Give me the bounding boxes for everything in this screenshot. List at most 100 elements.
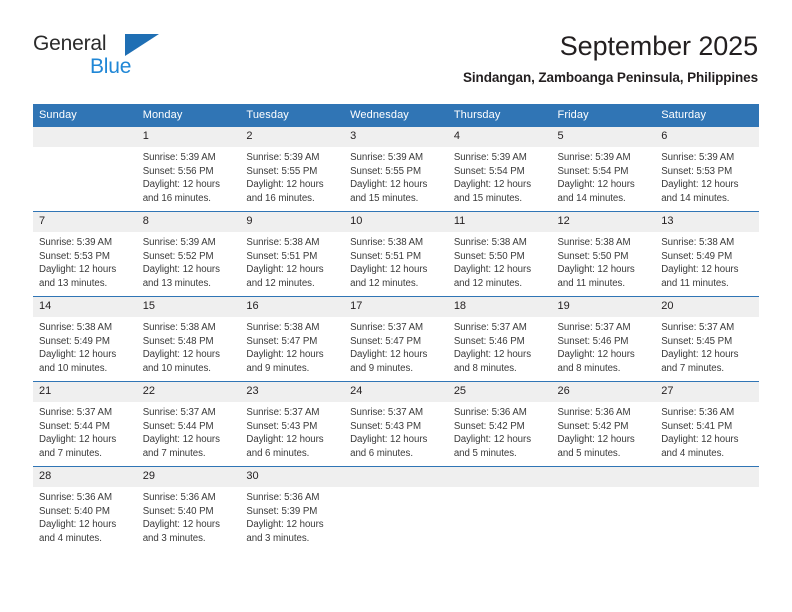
sunset-text: Sunset: 5:54 PM — [453, 165, 525, 177]
day-details: Sunrise: 5:37 AM Sunset: 5:43 PM Daylight:… — [240, 402, 344, 460]
calendar-day-cell-empty — [551, 466, 656, 551]
day-details: Sunrise: 5:38 AM Sunset: 5:49 PM Daylight:… — [33, 317, 137, 375]
day-details: Sunrise: 5:37 AM Sunset: 5:45 PM Daylight:… — [655, 317, 759, 375]
daylight-text: Daylight: 12 hours and 7 minutes. — [142, 434, 220, 459]
calendar-day-cell[interactable]: 2 Sunrise: 5:39 AM Sunset: 5:55 PM Daylight… — [240, 126, 345, 212]
calendar-day-cell[interactable]: 18 Sunrise: 5:37 AM Sunset: 5:46 PM Dayligh… — [447, 296, 552, 382]
weekday-header-monday: Monday — [136, 104, 241, 127]
sunset-text: Sunset: 5:43 PM — [350, 420, 421, 432]
daylight-text: Daylight: 12 hours and 12 minutes. — [246, 264, 324, 289]
daylight-text: Daylight: 12 hours and 8 minutes. — [557, 349, 635, 374]
calendar-day-cell[interactable]: 11 Sunrise: 5:38 AM Sunset: 5:50 PM Dayligh… — [447, 211, 552, 297]
day-details: Sunrise: 5:39 AM Sunset: 5:55 PM Daylight:… — [240, 147, 344, 205]
calendar-day-cell[interactable]: 3 Sunrise: 5:39 AM Sunset: 5:55 PM Daylight… — [344, 126, 448, 212]
sunrise-text: Sunrise: 5:37 AM — [661, 322, 735, 333]
daylight-text: Daylight: 12 hours and 9 minutes. — [350, 349, 428, 374]
sunrise-text: Sunrise: 5:38 AM — [142, 322, 216, 333]
calendar-day-cell[interactable]: 5 Sunrise: 5:39 AM Sunset: 5:54 PM Daylight… — [551, 126, 656, 212]
calendar-day-cell[interactable]: 23 Sunrise: 5:37 AM Sunset: 5:43 PM Dayligh… — [240, 381, 345, 467]
day-details: Sunrise: 5:39 AM Sunset: 5:55 PM Daylight:… — [344, 147, 448, 205]
daylight-text: Daylight: 12 hours and 3 minutes. — [246, 519, 324, 544]
day-details: Sunrise: 5:36 AM Sunset: 5:41 PM Daylight:… — [655, 402, 759, 460]
day-number: 28 — [33, 467, 137, 487]
sunset-text: Sunset: 5:51 PM — [246, 250, 318, 262]
day-number — [447, 467, 552, 487]
daylight-text: Daylight: 12 hours and 5 minutes. — [453, 434, 531, 459]
calendar-day-cell[interactable]: 28 Sunrise: 5:36 AM Sunset: 5:40 PM Dayligh… — [33, 466, 137, 551]
calendar-day-cell[interactable]: 9 Sunrise: 5:38 AM Sunset: 5:51 PM Daylight… — [240, 211, 345, 297]
weekday-header-thursday: Thursday — [447, 104, 552, 127]
calendar-body: 1 Sunrise: 5:39 AM Sunset: 5:56 PM Daylight… — [33, 126, 759, 551]
day-details: Sunrise: 5:38 AM Sunset: 5:51 PM Daylight:… — [344, 232, 448, 290]
day-number — [344, 467, 448, 487]
day-number: 15 — [136, 297, 241, 317]
calendar-day-cell[interactable]: 4 Sunrise: 5:39 AM Sunset: 5:54 PM Daylight… — [447, 126, 552, 212]
generalblue-logo: General Blue — [33, 33, 253, 89]
title-block: September 2025 Sindangan, Zamboanga Peni… — [463, 30, 758, 86]
calendar-day-cell[interactable]: 12 Sunrise: 5:38 AM Sunset: 5:50 PM Dayligh… — [551, 211, 656, 297]
day-details: Sunrise: 5:39 AM Sunset: 5:54 PM Daylight:… — [552, 147, 656, 205]
day-details: Sunrise: 5:38 AM Sunset: 5:50 PM Daylight:… — [552, 232, 656, 290]
calendar-day-cell[interactable]: 1 Sunrise: 5:39 AM Sunset: 5:56 PM Daylight… — [136, 126, 241, 212]
day-number: 25 — [447, 382, 552, 402]
calendar-day-cell[interactable]: 30 Sunrise: 5:36 AM Sunset: 5:39 PM Dayligh… — [240, 466, 345, 551]
calendar-day-cell[interactable]: 22 Sunrise: 5:37 AM Sunset: 5:44 PM Dayligh… — [136, 381, 241, 467]
daylight-text: Daylight: 12 hours and 11 minutes. — [661, 264, 739, 289]
day-details: Sunrise: 5:39 AM Sunset: 5:53 PM Daylight:… — [33, 232, 137, 290]
calendar-day-cell[interactable]: 26 Sunrise: 5:36 AM Sunset: 5:42 PM Dayligh… — [551, 381, 656, 467]
calendar-day-cell[interactable]: 25 Sunrise: 5:36 AM Sunset: 5:42 PM Dayligh… — [447, 381, 552, 467]
page-header: General Blue September 2025 Sindangan, Z… — [0, 0, 792, 100]
weekday-header-wednesday: Wednesday — [344, 104, 448, 127]
calendar-day-cell[interactable]: 27 Sunrise: 5:36 AM Sunset: 5:41 PM Dayligh… — [655, 381, 759, 467]
calendar-day-cell[interactable]: 17 Sunrise: 5:37 AM Sunset: 5:47 PM Dayligh… — [344, 296, 448, 382]
calendar-day-cell[interactable]: 29 Sunrise: 5:36 AM Sunset: 5:40 PM Dayligh… — [136, 466, 241, 551]
sunset-text: Sunset: 5:47 PM — [350, 335, 421, 347]
sunrise-text: Sunrise: 5:36 AM — [246, 492, 320, 503]
day-details: Sunrise: 5:39 AM Sunset: 5:54 PM Daylight:… — [448, 147, 552, 205]
calendar-day-cell[interactable]: 21 Sunrise: 5:37 AM Sunset: 5:44 PM Dayligh… — [33, 381, 137, 467]
daylight-text: Daylight: 12 hours and 3 minutes. — [142, 519, 220, 544]
sunrise-text: Sunrise: 5:39 AM — [557, 152, 631, 163]
sunset-text: Sunset: 5:53 PM — [661, 165, 733, 177]
calendar-week-row: 7 Sunrise: 5:39 AM Sunset: 5:53 PM Daylight… — [33, 211, 759, 297]
sunset-text: Sunset: 5:48 PM — [142, 335, 214, 347]
sunrise-text: Sunrise: 5:39 AM — [39, 237, 112, 248]
day-number: 21 — [33, 382, 137, 402]
day-details: Sunrise: 5:37 AM Sunset: 5:47 PM Daylight:… — [344, 317, 448, 375]
daylight-text: Daylight: 12 hours and 12 minutes. — [453, 264, 531, 289]
calendar-day-cell[interactable]: 13 Sunrise: 5:38 AM Sunset: 5:49 PM Dayligh… — [655, 211, 759, 297]
calendar-day-cell[interactable]: 14 Sunrise: 5:38 AM Sunset: 5:49 PM Dayligh… — [33, 296, 137, 382]
calendar-day-cell[interactable]: 16 Sunrise: 5:38 AM Sunset: 5:47 PM Dayligh… — [240, 296, 345, 382]
day-number: 3 — [344, 127, 448, 147]
sunset-text: Sunset: 5:45 PM — [661, 335, 733, 347]
calendar-week-row: 21 Sunrise: 5:37 AM Sunset: 5:44 PM Dayligh… — [33, 381, 759, 467]
calendar-day-cell[interactable]: 20 Sunrise: 5:37 AM Sunset: 5:45 PM Dayligh… — [655, 296, 759, 382]
calendar-day-cell[interactable]: 15 Sunrise: 5:38 AM Sunset: 5:48 PM Dayligh… — [136, 296, 241, 382]
daylight-text: Daylight: 12 hours and 10 minutes. — [39, 349, 117, 374]
calendar-day-cell[interactable]: 24 Sunrise: 5:37 AM Sunset: 5:43 PM Dayligh… — [344, 381, 448, 467]
day-number: 26 — [551, 382, 656, 402]
weekday-header-sunday: Sunday — [33, 104, 137, 127]
sunrise-text: Sunrise: 5:37 AM — [39, 407, 112, 418]
sunset-text: Sunset: 5:51 PM — [350, 250, 421, 262]
sunrise-text: Sunrise: 5:39 AM — [142, 237, 216, 248]
daylight-text: Daylight: 12 hours and 16 minutes. — [246, 179, 324, 204]
sunrise-text: Sunrise: 5:37 AM — [246, 407, 320, 418]
sunrise-text: Sunrise: 5:39 AM — [246, 152, 320, 163]
sunset-text: Sunset: 5:55 PM — [246, 165, 318, 177]
weekday-header-tuesday: Tuesday — [240, 104, 345, 127]
sunrise-text: Sunrise: 5:37 AM — [142, 407, 216, 418]
daylight-text: Daylight: 12 hours and 11 minutes. — [557, 264, 635, 289]
day-number: 30 — [240, 467, 345, 487]
calendar-week-row: 1 Sunrise: 5:39 AM Sunset: 5:56 PM Daylight… — [33, 126, 759, 212]
calendar-week-row: 14 Sunrise: 5:38 AM Sunset: 5:49 PM Dayligh… — [33, 296, 759, 382]
day-details: Sunrise: 5:38 AM Sunset: 5:51 PM Daylight:… — [240, 232, 344, 290]
calendar-day-cell[interactable]: 8 Sunrise: 5:39 AM Sunset: 5:52 PM Daylight… — [136, 211, 241, 297]
calendar-day-cell[interactable]: 10 Sunrise: 5:38 AM Sunset: 5:51 PM Dayligh… — [344, 211, 448, 297]
calendar-day-cell[interactable]: 7 Sunrise: 5:39 AM Sunset: 5:53 PM Daylight… — [33, 211, 137, 297]
calendar-day-cell[interactable]: 19 Sunrise: 5:37 AM Sunset: 5:46 PM Dayligh… — [551, 296, 656, 382]
day-details: Sunrise: 5:36 AM Sunset: 5:42 PM Daylight:… — [552, 402, 656, 460]
calendar-day-cell[interactable]: 6 Sunrise: 5:39 AM Sunset: 5:53 PM Daylight… — [655, 126, 759, 212]
day-number: 24 — [344, 382, 448, 402]
day-details: Sunrise: 5:37 AM Sunset: 5:43 PM Daylight:… — [344, 402, 448, 460]
